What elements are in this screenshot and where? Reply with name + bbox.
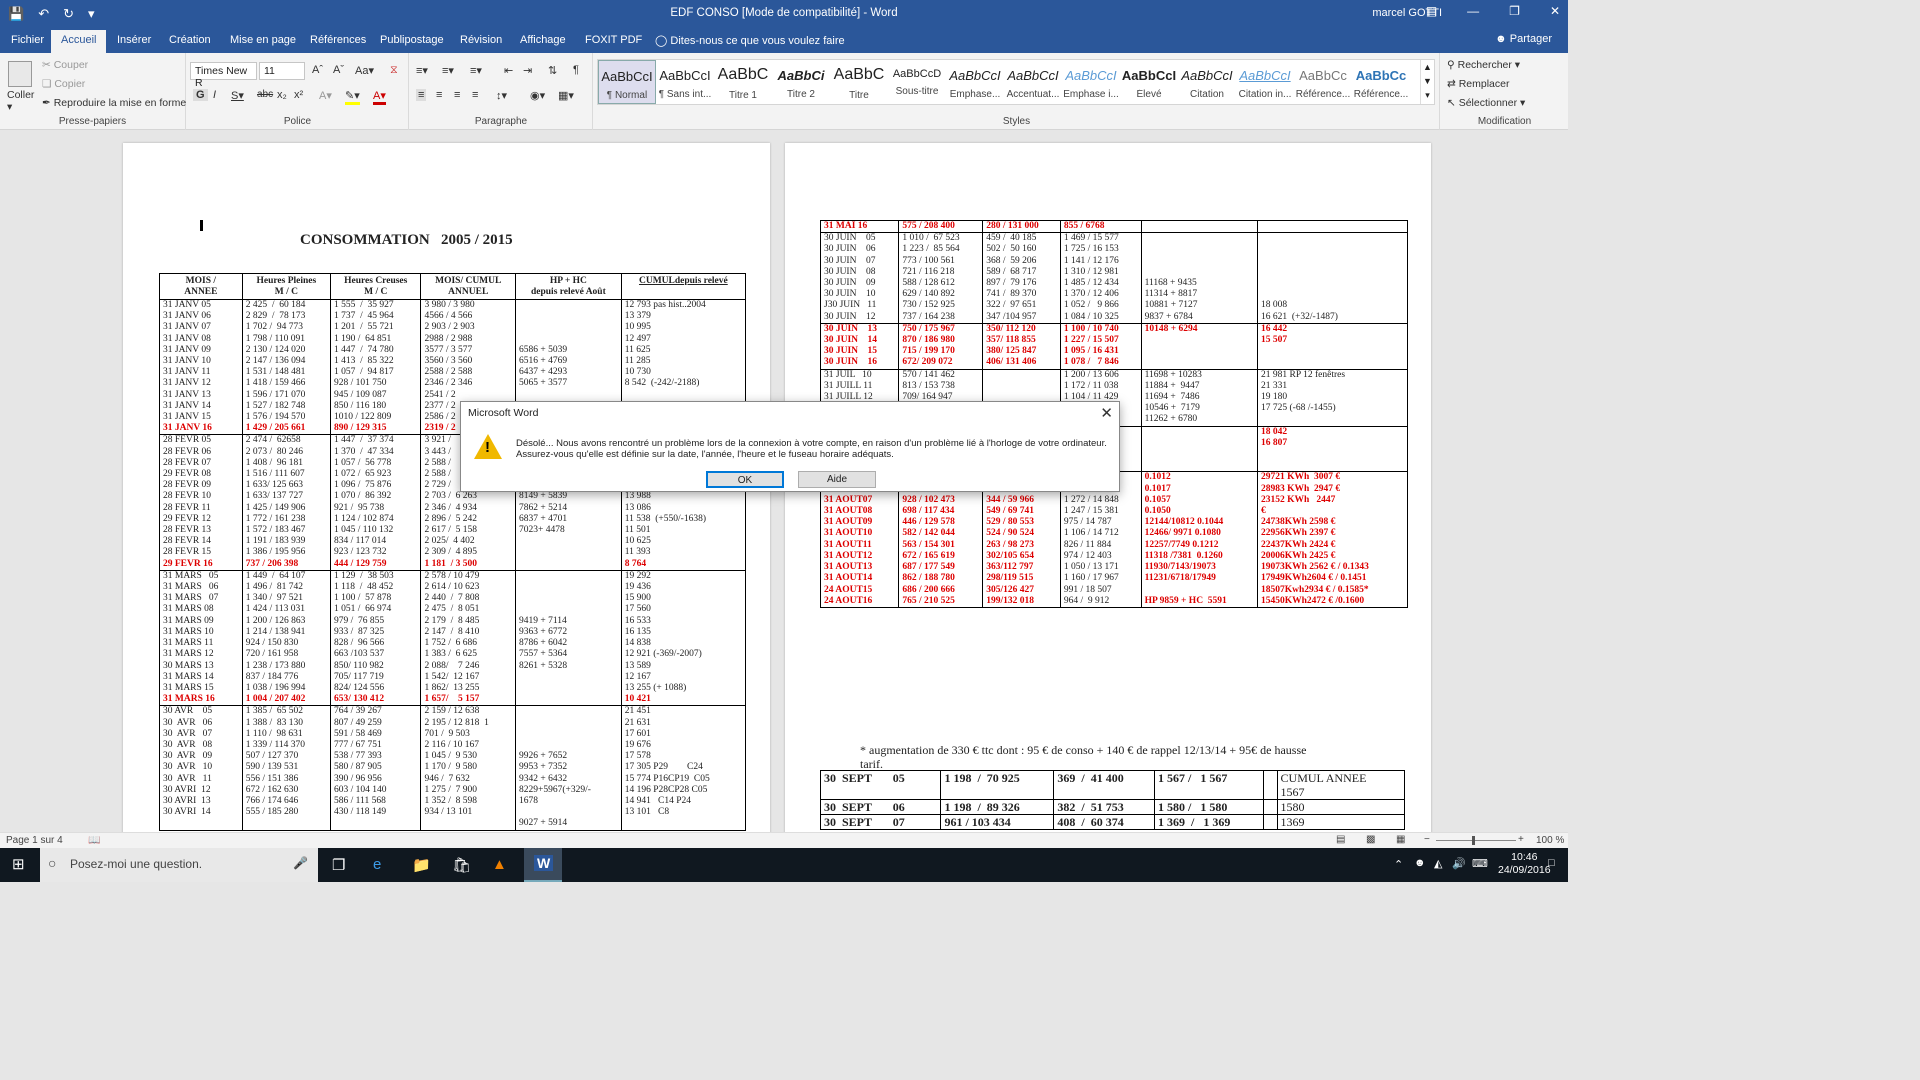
- dialog-message: Désolé... Nous avons rencontré un problè…: [516, 438, 1107, 460]
- dialog-close-icon[interactable]: ✕: [1100, 404, 1113, 422]
- warning-icon: !: [474, 434, 502, 459]
- ok-button[interactable]: OK: [706, 471, 784, 488]
- dialog-title: Microsoft Word: [468, 407, 539, 419]
- error-dialog: Microsoft Word ✕ ! Désolé... Nous avons …: [460, 401, 1120, 492]
- help-button[interactable]: Aide: [798, 471, 876, 488]
- warning-mark: !: [485, 439, 490, 456]
- modal-overlay: Microsoft Word ✕ ! Désolé... Nous avons …: [0, 0, 1568, 882]
